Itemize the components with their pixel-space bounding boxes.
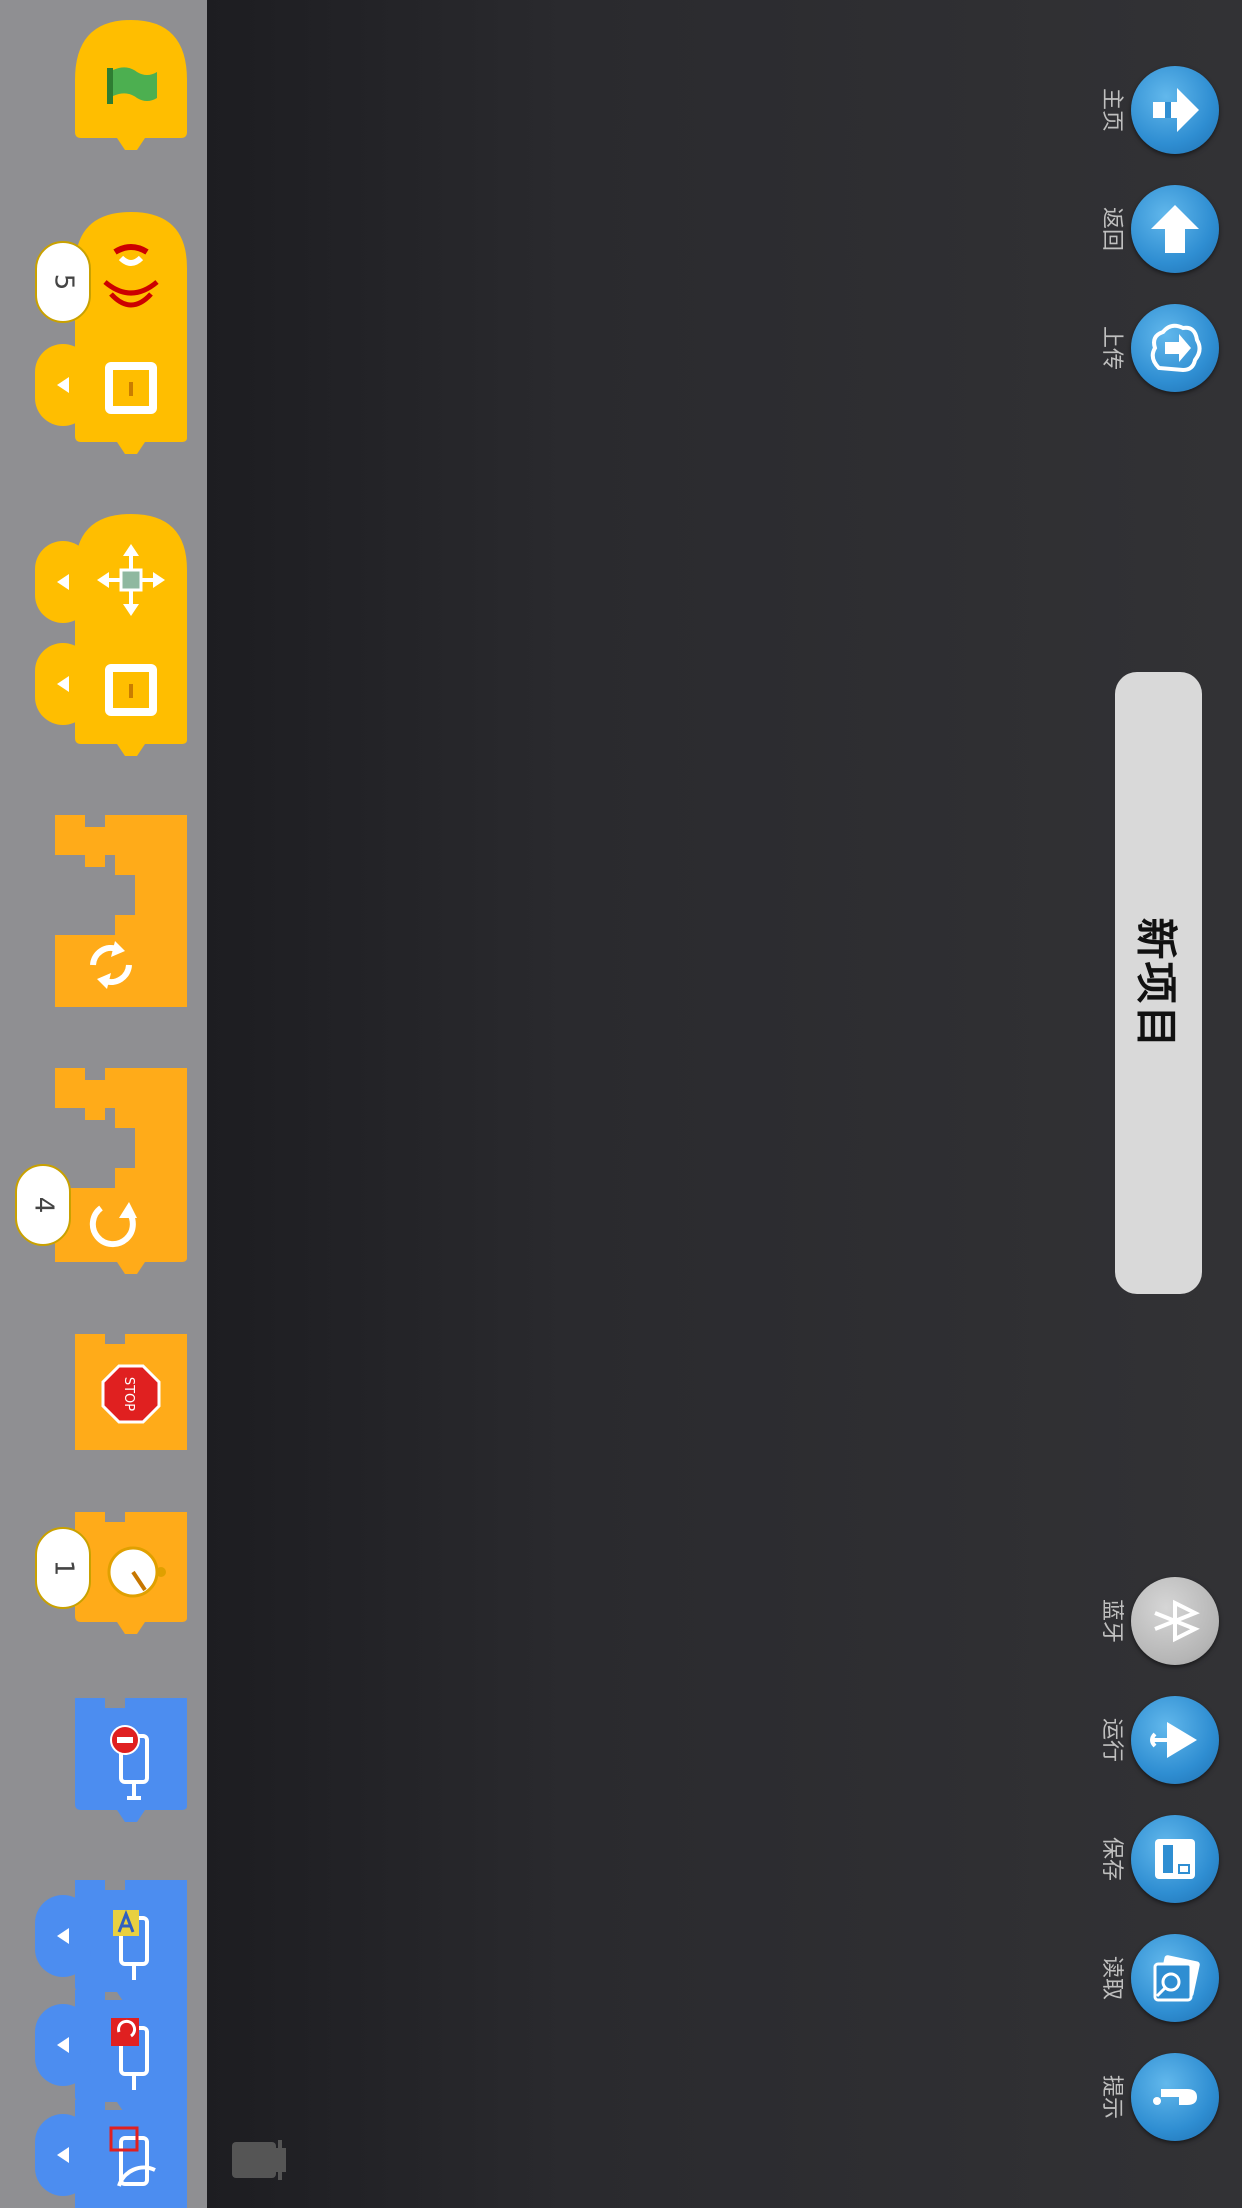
green-flag-start-block[interactable] — [75, 20, 187, 152]
repeat-count-input[interactable]: 4 — [15, 1164, 71, 1246]
project-title-panel[interactable]: 新项目 — [1115, 672, 1202, 1294]
bluetooth-label: 蓝牙 — [1099, 1598, 1125, 1644]
load-icon — [1153, 1955, 1200, 2002]
port-select-block-2[interactable] — [75, 632, 187, 756]
help-button[interactable] — [1131, 2053, 1219, 2141]
upload-button[interactable] — [1131, 304, 1219, 392]
wait-seconds-input[interactable]: 1 — [35, 1527, 91, 1609]
port-select-block[interactable] — [75, 330, 187, 454]
run-button[interactable] — [1131, 1696, 1219, 1784]
bluetooth-icon — [1154, 1599, 1200, 1643]
load-label: 读取 — [1099, 1955, 1125, 2001]
trash-can-icon[interactable] — [230, 2138, 290, 2182]
cloud-upload-icon — [1150, 323, 1202, 373]
motor-stop-block[interactable] — [75, 1698, 187, 1822]
stop-sign-label: STOP — [121, 1377, 136, 1411]
back-button[interactable] — [1131, 185, 1219, 273]
home-label: 主页 — [1099, 87, 1125, 133]
dropdown-triangle-icon — [57, 1928, 69, 1944]
save-label: 保存 — [1099, 1836, 1125, 1882]
home-button[interactable] — [1131, 66, 1219, 154]
motor-rotate-block[interactable] — [75, 1990, 187, 2114]
motor-speed-dropdown[interactable] — [35, 2114, 91, 2196]
bluetooth-button[interactable] — [1131, 1577, 1219, 1665]
home-arrow-icon — [1153, 88, 1199, 132]
run-label: 运行 — [1099, 1717, 1125, 1763]
port-connector-icon — [105, 664, 157, 716]
forever-loop-block[interactable] — [55, 815, 187, 1007]
port-dropdown[interactable] — [35, 344, 91, 426]
sensor-trigger-block[interactable] — [75, 212, 187, 334]
project-title: 新项目 — [1131, 916, 1181, 1050]
help-label: 提示 — [1099, 2074, 1125, 2120]
dropdown-triangle-icon — [57, 2147, 69, 2163]
motor-a-block[interactable] — [75, 1880, 187, 2004]
sensor-value-input[interactable]: 5 — [35, 241, 91, 323]
direction-control-block[interactable] — [75, 514, 187, 636]
dropdown-triangle-icon — [57, 676, 69, 692]
save-button[interactable] — [1131, 1815, 1219, 1903]
dropdown-triangle-icon — [57, 2037, 69, 2053]
upload-label: 上传 — [1099, 325, 1125, 371]
save-icon — [1155, 1839, 1195, 1879]
motor-a-dropdown[interactable] — [35, 1895, 91, 1977]
direction-dropdown[interactable] — [35, 541, 91, 623]
block-palette[interactable]: 5 4 STOP 1 — [0, 0, 207, 2208]
wait-timer-block[interactable] — [75, 1512, 187, 1634]
stop-block[interactable]: STOP — [75, 1334, 187, 1450]
workspace-canvas[interactable] — [207, 0, 1242, 2208]
motor-rotate-dropdown[interactable] — [35, 2004, 91, 2086]
run-icon — [1150, 1722, 1197, 1758]
help-icon — [1153, 2089, 1197, 2105]
motor-speed-block[interactable] — [75, 2100, 187, 2208]
repeat-count-block[interactable] — [55, 1068, 187, 1274]
dropdown-triangle-icon — [57, 574, 69, 590]
load-button[interactable] — [1131, 1934, 1219, 2022]
port-dropdown-2[interactable] — [35, 643, 91, 725]
dropdown-triangle-icon — [57, 377, 69, 393]
up-arrow-icon — [1151, 205, 1199, 253]
port-connector-icon — [105, 362, 157, 414]
back-label: 返回 — [1099, 206, 1125, 252]
